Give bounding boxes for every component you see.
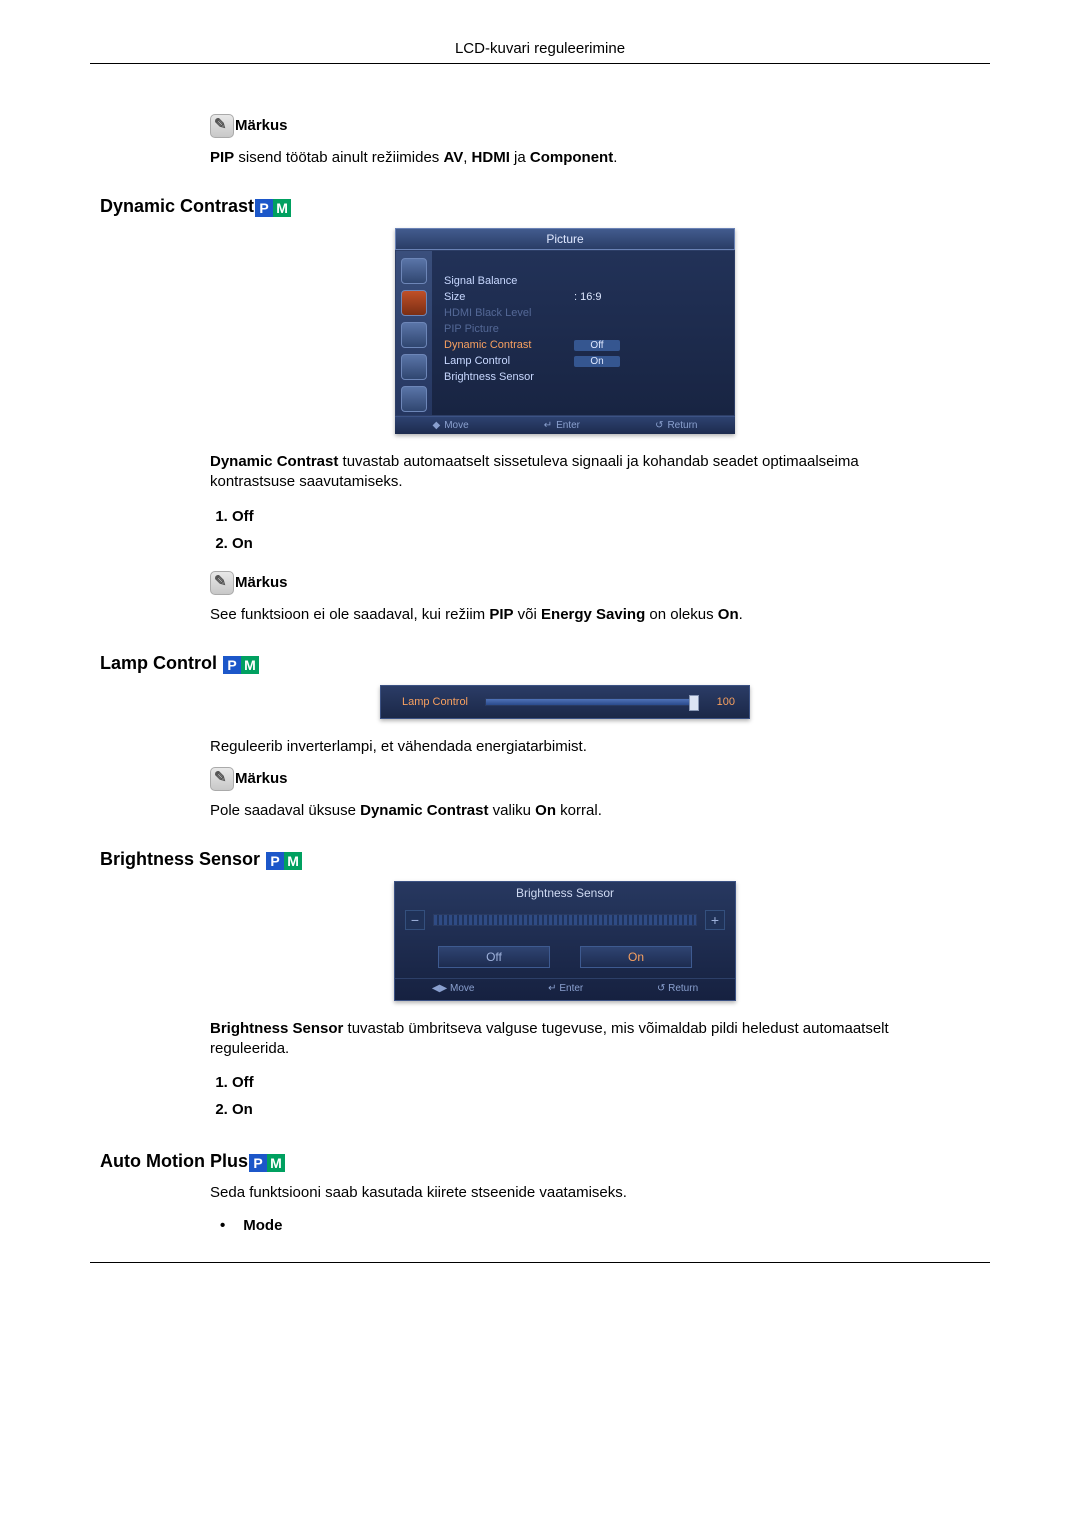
- bs-options: Off On: [210, 1069, 920, 1123]
- bs-plus-button[interactable]: +: [705, 910, 725, 930]
- bs-on-button[interactable]: On: [580, 946, 692, 968]
- lamp-slider-value: 100: [707, 696, 735, 708]
- bs-option-off: Off: [232, 1069, 920, 1096]
- note-icon: [210, 114, 234, 138]
- bs-hint-enter: Enter: [548, 983, 583, 994]
- note-label: Märkus: [235, 117, 288, 134]
- osd-lamp-slider: Lamp Control 100: [380, 685, 750, 719]
- note-label: Märkus: [235, 573, 288, 590]
- dc-description: Dynamic Contrast tuvastab automaatselt s…: [210, 452, 920, 493]
- lamp-note-text: Pole saadaval üksuse Dynamic Contrast va…: [210, 801, 920, 821]
- dc-option-off: Off: [232, 503, 920, 530]
- footer-rule: [90, 1262, 990, 1263]
- pm-badge: PM: [249, 1152, 285, 1173]
- osd-lamp-control[interactable]: Lamp Control: [444, 355, 574, 367]
- osd-pane: Signal Balance Size: 16:9 HDMI Black Lev…: [432, 251, 734, 415]
- note-label: Märkus: [235, 770, 288, 787]
- osd-size-val: : 16:9: [574, 291, 602, 303]
- osd-pip-picture: PIP Picture: [444, 323, 574, 335]
- note-icon: [210, 767, 234, 791]
- osd-signal-balance[interactable]: Signal Balance: [444, 275, 574, 287]
- bs-hint-return: Return: [657, 983, 698, 994]
- osd-footer: Move Enter Return: [395, 416, 735, 434]
- dc-option-on: On: [232, 530, 920, 557]
- dc-note-text: See funktsioon ei ole saadaval, kui reži…: [210, 605, 920, 625]
- heading-brightness-sensor: Brightness Sensor PM: [100, 849, 920, 871]
- bs-option-on: On: [232, 1096, 920, 1123]
- osd-brightness-sensor: Brightness Sensor − + Off On Move Enter …: [394, 881, 736, 1001]
- note-dc: Märkus: [210, 571, 920, 595]
- osd-brightness-sensor[interactable]: Brightness Sensor: [444, 371, 574, 383]
- osd-picture-menu: Picture Signal Balance Size: 16:: [395, 228, 735, 434]
- pm-badge: PM: [266, 850, 302, 871]
- osd-hint-move: Move: [433, 420, 469, 431]
- heading-lamp-control: Lamp Control PM: [100, 653, 920, 675]
- osd-hdmi-black: HDMI Black Level: [444, 307, 574, 319]
- osd-title: Picture: [395, 228, 735, 250]
- bs-off-button[interactable]: Off: [438, 946, 550, 968]
- osd-size[interactable]: Size: [444, 291, 574, 303]
- lamp-slider-knob[interactable]: [689, 695, 699, 711]
- amp-bullet-mode: Mode: [220, 1213, 920, 1238]
- lamp-slider-label: Lamp Control: [395, 696, 475, 708]
- osd-hint-return: Return: [655, 420, 697, 431]
- osd-sideicon-1[interactable]: [401, 258, 427, 284]
- bs-minus-button[interactable]: −: [405, 910, 425, 930]
- bs-track[interactable]: [433, 914, 697, 926]
- pip-note-text: PIP sisend töötab ainult režiimides AV, …: [210, 148, 920, 168]
- page-header: LCD-kuvari reguleerimine: [90, 40, 990, 63]
- amp-description: Seda funktsiooni saab kasutada kiirete s…: [210, 1183, 920, 1203]
- osd-sideicon-picture[interactable]: [401, 290, 427, 316]
- osd-hint-enter: Enter: [544, 420, 580, 431]
- osd-lamp-value[interactable]: On: [574, 356, 620, 367]
- heading-auto-motion-plus: Auto Motion PlusPM: [100, 1151, 920, 1173]
- heading-dynamic-contrast: Dynamic ContrastPM: [100, 196, 920, 218]
- bs-title: Brightness Sensor: [395, 882, 735, 904]
- pm-badge: PM: [223, 654, 259, 675]
- dc-options: Off On: [210, 503, 920, 557]
- osd-sidebar: [396, 251, 432, 415]
- bs-description: Brightness Sensor tuvastab ümbritseva va…: [210, 1019, 920, 1060]
- osd-dc-value[interactable]: Off: [574, 340, 620, 351]
- lamp-slider-track[interactable]: [485, 698, 697, 706]
- bs-hint-move: Move: [432, 983, 475, 994]
- osd-sideicon-5[interactable]: [401, 386, 427, 412]
- osd-sideicon-3[interactable]: [401, 322, 427, 348]
- osd-sideicon-4[interactable]: [401, 354, 427, 380]
- note-lamp: Märkus: [210, 767, 920, 791]
- pm-badge: PM: [255, 197, 291, 218]
- note-icon: [210, 571, 234, 595]
- osd-dynamic-contrast[interactable]: Dynamic Contrast: [444, 339, 574, 351]
- amp-bullets: Mode: [210, 1213, 920, 1238]
- bs-footer: Move Enter Return: [395, 978, 735, 1000]
- note-pip: Märkus: [210, 114, 920, 138]
- lamp-description: Reguleerib inverterlampi, et vähendada e…: [210, 737, 920, 757]
